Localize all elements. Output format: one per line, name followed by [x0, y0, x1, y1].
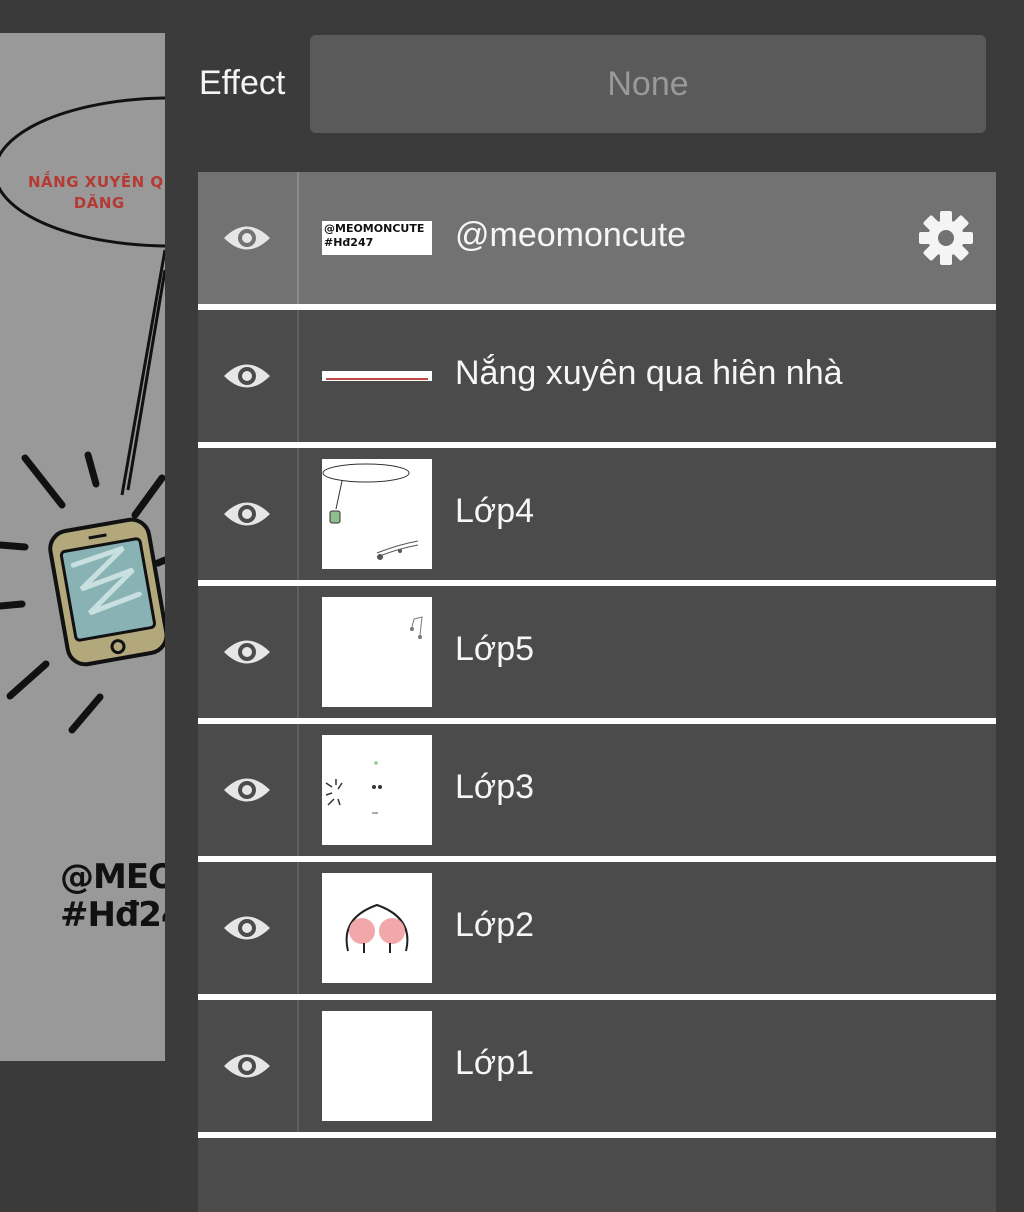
layer-thumbnail	[322, 873, 432, 983]
layer-name: Lớp4	[455, 492, 535, 530]
layer-name: Lớp3	[455, 768, 535, 806]
row-divider	[297, 724, 299, 856]
layer-thumbnail	[322, 459, 432, 569]
layer-row-meomoncute[interactable]: @MEOMONCUTE #Hđ247 @meomoncute	[198, 172, 996, 310]
gear-icon[interactable]	[916, 208, 976, 268]
effect-dropdown[interactable]: None	[310, 35, 986, 133]
layer-row-lop2[interactable]: Lớp2	[198, 862, 996, 1000]
eye-icon[interactable]	[222, 768, 272, 812]
row-divider	[297, 1000, 299, 1132]
eye-icon[interactable]	[222, 630, 272, 674]
layer-panel: Effect None @MEOMONCUTE #Hđ247 @meomoncu…	[165, 0, 1024, 1212]
row-divider	[297, 586, 299, 718]
layer-name: Lớp1	[455, 1044, 535, 1082]
row-divider	[297, 862, 299, 994]
eye-icon[interactable]	[222, 906, 272, 950]
layer-name: Lớp2	[455, 906, 535, 944]
thumbnail-text: @MEOMONCUTE #Hđ247	[324, 222, 425, 249]
canvas-bubble-text: NẮNG XUYÊN Q DĂNG	[28, 173, 164, 212]
layer-thumbnail	[322, 735, 432, 845]
layer-thumbnail	[322, 1011, 432, 1121]
layer-list: @MEOMONCUTE #Hđ247 @meomoncute Nắng xuyê…	[198, 172, 996, 1212]
canvas-watermark-text: @MEO #Hđ24	[60, 857, 165, 935]
eye-icon[interactable]	[222, 1044, 272, 1088]
eye-icon[interactable]	[222, 354, 272, 398]
layer-name: Lớp5	[455, 630, 535, 668]
eye-icon[interactable]	[222, 216, 272, 260]
layer-name: Nắng xuyên qua hiên nhà	[455, 354, 843, 392]
layer-thumbnail	[322, 371, 432, 381]
row-divider	[297, 448, 299, 580]
row-divider	[297, 172, 299, 304]
layer-row-lop4[interactable]: Lớp4	[198, 448, 996, 586]
layer-row-lop3[interactable]: Lớp3	[198, 724, 996, 862]
layer-row-lop5[interactable]: Lớp5	[198, 586, 996, 724]
layer-row-lop1[interactable]: Lớp1	[198, 1000, 996, 1138]
drawing-canvas[interactable]: NẮNG XUYÊN Q DĂNG @MEO #Hđ24	[0, 0, 165, 1212]
eye-icon[interactable]	[222, 492, 272, 536]
layer-thumbnail: @MEOMONCUTE #Hđ247	[322, 221, 432, 255]
layer-row-nang-xuyen[interactable]: Nắng xuyên qua hiên nhà	[198, 310, 996, 448]
layer-name: @meomoncute	[455, 216, 687, 254]
row-divider	[297, 310, 299, 442]
effect-label: Effect	[199, 64, 286, 102]
layer-thumbnail	[322, 597, 432, 707]
